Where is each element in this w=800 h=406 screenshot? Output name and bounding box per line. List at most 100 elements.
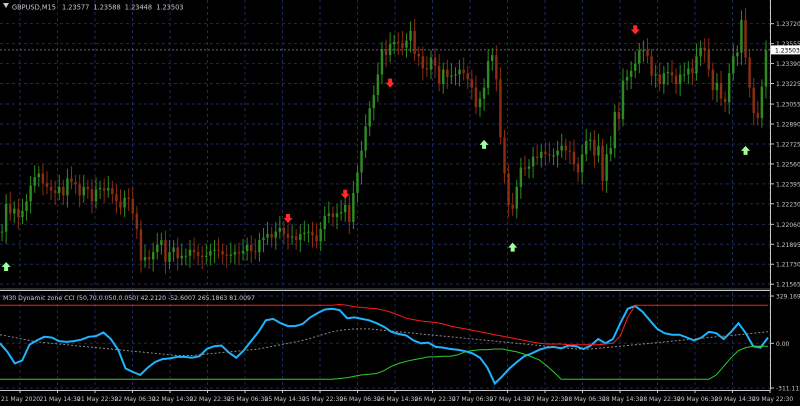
candle-body	[417, 53, 420, 57]
candle-body	[511, 205, 514, 209]
indicator-scale-label: -311.1133	[776, 386, 800, 393]
candle-body	[339, 212, 343, 214]
price-scale-label: 1.21730	[776, 262, 800, 269]
candle-body	[507, 173, 510, 206]
candle-body	[748, 57, 751, 88]
time-scale-label: 22 May 14:30	[152, 396, 193, 403]
candle-body	[421, 56, 425, 69]
candle-body	[642, 50, 645, 52]
candle-body	[21, 211, 24, 218]
candle-body	[343, 205, 347, 213]
candle-body	[646, 50, 649, 57]
candle-body	[752, 87, 755, 114]
candle-body	[8, 203, 12, 214]
candle-body	[33, 177, 36, 186]
candle-body	[111, 188, 114, 195]
candle-body	[744, 20, 747, 58]
candle-body	[233, 252, 237, 255]
candle-body	[503, 137, 506, 174]
candle-body	[425, 68, 429, 70]
candle-body	[764, 50, 768, 87]
candle-body	[209, 250, 212, 256]
candle-body	[678, 74, 682, 85]
time-scale-label: 22 May 22:30	[190, 396, 231, 403]
candle-body	[707, 50, 710, 70]
candle-body	[446, 69, 449, 77]
candle-body	[123, 197, 126, 208]
candle-body	[286, 234, 290, 238]
candle-body	[139, 229, 143, 261]
candle-body	[723, 98, 727, 103]
candle-body	[589, 139, 592, 141]
candle-body	[495, 55, 498, 80]
candle-body	[548, 154, 551, 156]
price-scale-label: 1.22725	[776, 141, 800, 148]
candle-body	[25, 201, 28, 212]
time-scale-label: 25 May 14:30	[265, 396, 306, 403]
candle-body	[401, 43, 404, 48]
candle-body	[474, 87, 478, 108]
candle-body	[17, 208, 20, 218]
candle-body	[94, 189, 98, 202]
candle-body	[482, 87, 486, 99]
indicator-scale-label: 329.1699	[776, 294, 800, 301]
candle-body	[102, 188, 106, 191]
time-scale-label: 21 May 2020	[1, 396, 40, 403]
candle-body	[409, 30, 412, 41]
candle-body	[311, 231, 314, 236]
candle-body	[45, 183, 49, 187]
candle-body	[294, 236, 298, 241]
candle-body	[127, 197, 130, 199]
candle-body	[164, 240, 167, 262]
candle-body	[188, 249, 192, 256]
candle-body	[254, 250, 257, 253]
candle-body	[580, 154, 584, 173]
candle-body	[519, 167, 523, 187]
candle-body	[433, 57, 437, 66]
candle-body	[315, 235, 318, 242]
candle-body	[621, 80, 625, 120]
candle-body	[638, 50, 641, 64]
candle-body	[605, 154, 608, 181]
candle-body	[90, 189, 94, 202]
price-scale-label: 1.23390	[776, 61, 800, 68]
indicator-scale-label: 0.00	[776, 341, 790, 348]
price-scale-label: 1.22060	[776, 222, 800, 229]
candle-body	[654, 74, 657, 76]
time-scale-label: 27 May 14:30	[490, 396, 531, 403]
candle-body	[119, 201, 122, 208]
candle-body	[282, 227, 286, 235]
candle-body	[458, 69, 461, 75]
time-scale-label: 22 May 06:30	[115, 396, 156, 403]
candle-body	[527, 166, 531, 169]
candle-body	[466, 73, 469, 80]
candle-body	[540, 151, 543, 158]
candle-body	[319, 229, 322, 242]
candle-body	[200, 255, 204, 257]
candle-body	[131, 198, 134, 214]
candle-body	[552, 155, 555, 157]
candle-body	[515, 186, 518, 209]
candle-body	[650, 56, 653, 76]
candle-body	[691, 68, 694, 74]
candle-body	[727, 73, 731, 103]
candle-body	[49, 186, 53, 191]
candle-body	[617, 111, 621, 120]
candle-body	[462, 69, 465, 74]
candle-body	[380, 49, 384, 75]
candle-body	[715, 82, 719, 91]
candle-body	[241, 250, 245, 254]
candle-body	[613, 111, 617, 149]
candle-body	[290, 236, 294, 238]
candle-body	[699, 47, 702, 57]
time-scale-label: 27 May 22:30	[527, 396, 568, 403]
candle-body	[160, 240, 163, 245]
candle-body	[221, 250, 224, 255]
candle-body	[237, 252, 241, 254]
price-scale-label: 1.22890	[776, 122, 800, 129]
candle-body	[413, 30, 416, 54]
candle-body	[392, 41, 396, 45]
trading-terminal-chart[interactable]: 1.237201.235551.233901.232251.230551.228…	[0, 0, 800, 406]
candle-body	[352, 192, 355, 222]
candle-body	[674, 75, 678, 85]
